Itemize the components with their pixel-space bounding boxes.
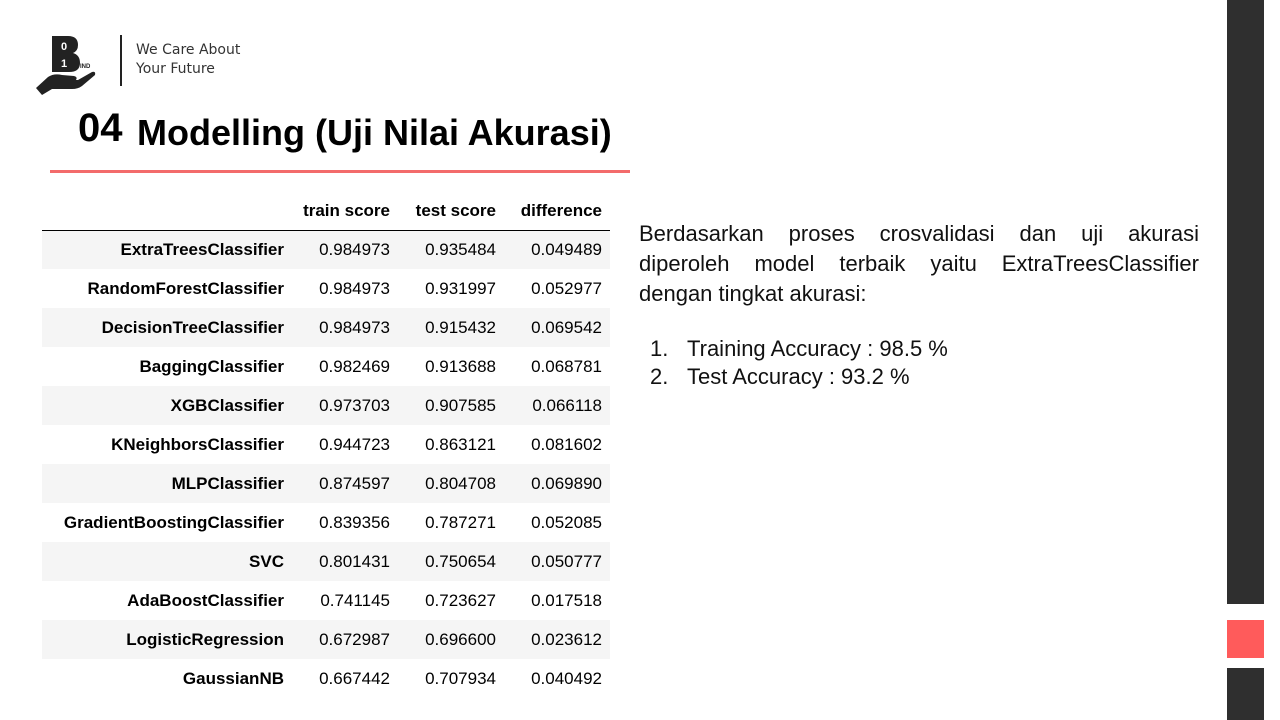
logo-divider <box>120 35 122 86</box>
model-name-cell: RandomForestClassifier <box>87 278 285 298</box>
title-underline <box>50 170 630 173</box>
difference-cell: 0.052085 <box>531 512 602 532</box>
list-item: 2. Test Accuracy : 93.2 % <box>650 363 948 391</box>
decorative-bar-red <box>1227 620 1264 658</box>
list-item-number: 2. <box>650 364 669 389</box>
difference-cell: 0.052977 <box>531 278 602 298</box>
list-item: 1. Training Accuracy : 98.5 % <box>650 335 948 363</box>
table-row: SVC 0.801431 0.750654 0.050777 <box>42 542 610 581</box>
list-item-text: Training Accuracy : 98.5 % <box>687 336 948 361</box>
train-score-cell: 0.741145 <box>320 590 390 610</box>
tagline-line-2: Your Future <box>136 61 215 77</box>
test-score-cell: 0.723627 <box>425 590 496 610</box>
test-score-cell: 0.863121 <box>425 434 496 454</box>
test-score-cell: 0.913688 <box>425 356 496 376</box>
table-row: RandomForestClassifier 0.984973 0.931997 0.… <box>42 269 610 308</box>
tagline: We Care About Your Future <box>136 41 240 79</box>
test-score-cell: 0.750654 <box>425 551 496 571</box>
column-header-train-score: train score <box>292 192 398 231</box>
page-title: Modelling (Uji Nilai Akurasi) <box>137 112 612 153</box>
test-score-cell: 0.915432 <box>425 317 496 337</box>
model-name-cell: SVC <box>249 551 284 571</box>
difference-cell: 0.050777 <box>531 551 602 571</box>
train-score-cell: 0.944723 <box>319 434 390 454</box>
test-score-cell: 0.707934 <box>425 668 496 688</box>
train-score-cell: 0.667442 <box>319 668 390 688</box>
train-score-cell: 0.973703 <box>319 395 390 415</box>
train-score-cell: 0.801431 <box>319 551 390 571</box>
accuracy-list: 1. Training Accuracy : 98.5 % 2. Test Ac… <box>650 335 948 391</box>
table-row: ExtraTreesClassifier 0.984973 0.935484 0.04… <box>42 230 610 269</box>
test-score-cell: 0.935484 <box>425 239 496 259</box>
model-name-cell: MLPClassifier <box>171 473 284 493</box>
test-score-cell: 0.804708 <box>425 473 496 493</box>
difference-cell: 0.069890 <box>531 473 602 493</box>
model-name-cell: LogisticRegression <box>126 629 284 649</box>
train-score-cell: 0.984973 <box>319 317 390 337</box>
logo-digit-bottom: 1 <box>61 58 67 70</box>
train-score-cell: 0.874597 <box>319 473 390 493</box>
table-row: BaggingClassifier 0.982469 0.913688 0.06878… <box>42 347 610 386</box>
table-row: MLPClassifier 0.874597 0.804708 0.069890 <box>42 464 610 503</box>
train-score-cell: 0.984973 <box>319 239 390 259</box>
list-item-number: 1. <box>650 336 669 361</box>
model-name-cell: GradientBoostingClassifier <box>63 512 284 532</box>
list-item-text: Test Accuracy : 93.2 % <box>687 364 910 389</box>
table-header-row: train score test score difference <box>42 192 610 231</box>
test-score-cell: 0.907585 <box>425 395 496 415</box>
column-header-test-score: test score <box>398 192 504 231</box>
model-name-cell: DecisionTreeClassifier <box>101 317 284 337</box>
company-logo: 0 1 IND <box>36 36 96 95</box>
difference-cell: 0.081602 <box>531 434 602 454</box>
model-name-cell: BaggingClassifier <box>139 356 284 376</box>
model-name-cell: GaussianNB <box>182 668 284 688</box>
table-row: LogisticRegression 0.672987 0.696600 0.0236… <box>42 620 610 659</box>
table-row: DecisionTreeClassifier 0.984973 0.915432 0.… <box>42 308 610 347</box>
section-number: 04 <box>78 106 123 150</box>
train-score-cell: 0.839356 <box>319 512 390 532</box>
difference-cell: 0.066118 <box>532 395 602 415</box>
difference-cell: 0.049489 <box>531 239 602 259</box>
test-score-cell: 0.931997 <box>425 278 496 298</box>
decorative-bar-dark-top <box>1227 0 1264 604</box>
column-header-model <box>42 192 292 231</box>
train-score-cell: 0.984973 <box>319 278 390 298</box>
difference-cell: 0.068781 <box>531 356 602 376</box>
train-score-cell: 0.672987 <box>319 629 390 649</box>
model-name-cell: XGBClassifier <box>170 395 284 415</box>
model-score-table: train score test score difference ExtraT… <box>42 192 610 698</box>
table-row: GaussianNB 0.667442 0.707934 0.040492 <box>42 659 610 698</box>
table-row: AdaBoostClassifier 0.741145 0.723627 0.0175… <box>42 581 610 620</box>
logo-suffix: IND <box>80 64 91 70</box>
table-row: KNeighborsClassifier 0.944723 0.863121 0.08… <box>42 425 610 464</box>
test-score-cell: 0.787271 <box>425 512 496 532</box>
table-row: GradientBoostingClassifier 0.839356 0.7872… <box>42 503 610 542</box>
difference-cell: 0.069542 <box>531 317 602 337</box>
model-name-cell: KNeighborsClassifier <box>111 434 284 454</box>
table-row: XGBClassifier 0.973703 0.907585 0.066118 <box>42 386 610 425</box>
train-score-cell: 0.982469 <box>319 356 390 376</box>
tagline-line-1: We Care About <box>136 42 241 58</box>
difference-cell: 0.023612 <box>531 629 602 649</box>
difference-cell: 0.017518 <box>531 590 602 610</box>
model-name-cell: ExtraTreesClassifier <box>120 239 285 259</box>
decorative-bar-dark-bottom <box>1227 668 1264 720</box>
logo-digit-top: 0 <box>61 41 67 53</box>
difference-cell: 0.040492 <box>531 668 602 688</box>
summary-paragraph: Berdasarkan proses crosvalidasi dan uji … <box>639 221 1199 306</box>
model-name-cell: AdaBoostClassifier <box>127 590 284 610</box>
column-header-difference: difference <box>504 192 610 231</box>
table-body: ExtraTreesClassifier 0.984973 0.935484 0.04… <box>42 230 610 698</box>
test-score-cell: 0.696600 <box>425 629 496 649</box>
